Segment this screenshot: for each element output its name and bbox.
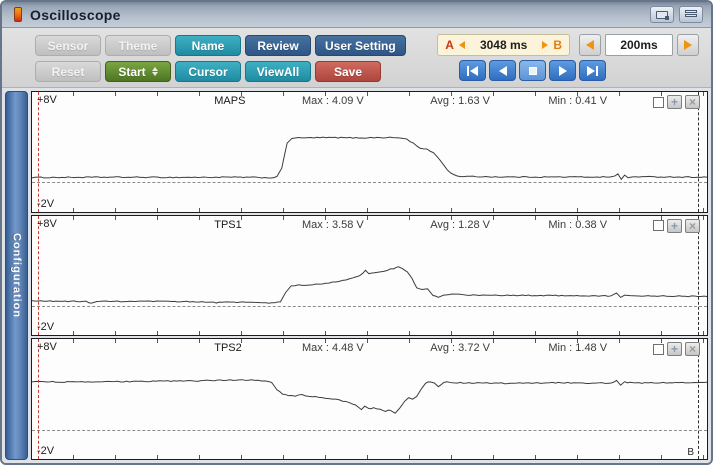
tps1-waveform xyxy=(32,216,707,336)
skip-end-icon xyxy=(596,66,598,76)
cursor-b-tag: B xyxy=(687,447,694,458)
cursor-b-label: B xyxy=(553,38,562,52)
scale-top-label: +8V xyxy=(37,218,57,230)
cursor-a-line[interactable] xyxy=(38,92,39,212)
scope-panel-tps2: +8V TPS2 Max : 4.48 V Avg : 3.72 V Min :… xyxy=(31,338,708,460)
close-channel-button[interactable]: × xyxy=(685,342,700,356)
bottom-ruler xyxy=(32,208,707,212)
min-value: Min : 0.41 V xyxy=(548,95,607,107)
channel-checkbox[interactable] xyxy=(653,344,664,355)
viewall-button[interactable]: ViewAll xyxy=(245,61,311,82)
tps2-waveform xyxy=(32,339,707,459)
cursor-a-label: A xyxy=(445,38,454,52)
layout-button[interactable] xyxy=(679,6,703,23)
review-button[interactable]: Review xyxy=(245,35,311,56)
scale-top-label: +8V xyxy=(37,94,57,106)
avg-value: Avg : 3.72 V xyxy=(430,342,490,354)
skip-start-icon xyxy=(467,66,469,76)
reset-button[interactable]: Reset xyxy=(35,61,101,82)
avg-value: Avg : 1.63 V xyxy=(430,95,490,107)
timebase-decrease-button[interactable] xyxy=(579,34,601,56)
titlebar: Oscilloscope xyxy=(2,2,711,28)
left-arrow-icon xyxy=(586,40,594,50)
oscilloscope-window: Oscilloscope Sensor Theme Name Review Us… xyxy=(0,0,713,465)
channel-name: TPS1 xyxy=(214,219,242,231)
timebase-increase-button[interactable] xyxy=(677,34,699,56)
channel-checkbox[interactable] xyxy=(653,97,664,108)
plot-area: Configuration +8V MAPS Max : 4.09 V Avg … xyxy=(2,89,711,463)
max-value: Max : 4.48 V xyxy=(302,342,364,354)
cursor-a-line[interactable] xyxy=(38,339,39,459)
bottom-ruler xyxy=(32,331,707,335)
cursor-b-line[interactable] xyxy=(698,92,699,212)
zero-volt-line xyxy=(32,182,707,183)
skip-end-icon-tri xyxy=(587,66,595,76)
zoom-plus-button[interactable]: + xyxy=(667,342,682,356)
b-marker-icon[interactable] xyxy=(542,41,548,49)
timebase-value: 200ms xyxy=(605,34,673,56)
ab-range-value: 3048 ms xyxy=(470,38,537,52)
min-value: Min : 1.48 V xyxy=(548,342,607,354)
zero-volt-line xyxy=(32,430,707,431)
step-back-button[interactable] xyxy=(489,60,516,81)
step-forward-button[interactable] xyxy=(549,60,576,81)
step-back-icon xyxy=(499,66,507,76)
cursor-b-line[interactable] xyxy=(698,216,699,336)
toolbar: Sensor Theme Name Review User Setting Re… xyxy=(2,28,711,88)
start-spinner-icon xyxy=(152,67,158,76)
app-icon xyxy=(14,7,22,22)
step-forward-icon xyxy=(559,66,567,76)
layout-icon xyxy=(685,10,697,19)
cursor-a-line[interactable] xyxy=(38,216,39,336)
ab-range-box: A 3048 ms B xyxy=(437,34,570,56)
cursor-b-line[interactable] xyxy=(698,339,699,459)
theme-button[interactable]: Theme xyxy=(105,35,171,56)
sensor-button[interactable]: Sensor xyxy=(35,35,101,56)
scale-bottom-label: -2V xyxy=(37,321,54,333)
a-marker-icon[interactable] xyxy=(459,41,465,49)
skip-end-button[interactable] xyxy=(579,60,606,81)
maps-waveform xyxy=(32,92,707,212)
window-title: Oscilloscope xyxy=(30,7,121,23)
zoom-plus-button[interactable]: + xyxy=(667,219,682,233)
zero-volt-line xyxy=(32,306,707,307)
scale-bottom-label: -2V xyxy=(37,445,54,457)
skip-start-button[interactable] xyxy=(459,60,486,81)
close-channel-button[interactable]: × xyxy=(685,95,700,109)
configuration-tab[interactable]: Configuration xyxy=(5,91,28,460)
start-button-label: Start xyxy=(118,65,145,79)
scope-panel-tps1: +8V TPS1 Max : 3.58 V Avg : 1.28 V Min :… xyxy=(31,215,708,337)
scale-bottom-label: -2V xyxy=(37,198,54,210)
stop-icon xyxy=(529,67,537,75)
max-value: Max : 4.09 V xyxy=(302,95,364,107)
zoom-plus-button[interactable]: + xyxy=(667,95,682,109)
avg-value: Avg : 1.28 V xyxy=(430,219,490,231)
min-value: Min : 0.38 V xyxy=(548,219,607,231)
scope-panel-maps: +8V MAPS Max : 4.09 V Avg : 1.63 V Min :… xyxy=(31,91,708,213)
max-value: Max : 3.58 V xyxy=(302,219,364,231)
scale-top-label: +8V xyxy=(37,341,57,353)
configuration-tab-label: Configuration xyxy=(11,233,23,318)
snapshot-icon xyxy=(656,11,668,19)
snapshot-button[interactable] xyxy=(650,6,674,23)
channel-name: MAPS xyxy=(214,95,245,107)
save-button[interactable]: Save xyxy=(315,61,381,82)
user-setting-button[interactable]: User Setting xyxy=(315,35,406,56)
right-arrow-icon xyxy=(684,40,692,50)
cursor-button[interactable]: Cursor xyxy=(175,61,241,82)
close-channel-button[interactable]: × xyxy=(685,219,700,233)
channel-checkbox[interactable] xyxy=(653,220,664,231)
skip-start-icon-tri xyxy=(470,66,478,76)
start-button[interactable]: Start xyxy=(105,61,171,82)
channel-name: TPS2 xyxy=(214,342,242,354)
name-button[interactable]: Name xyxy=(175,35,241,56)
stop-button[interactable] xyxy=(519,60,546,81)
bottom-ruler xyxy=(32,455,707,459)
